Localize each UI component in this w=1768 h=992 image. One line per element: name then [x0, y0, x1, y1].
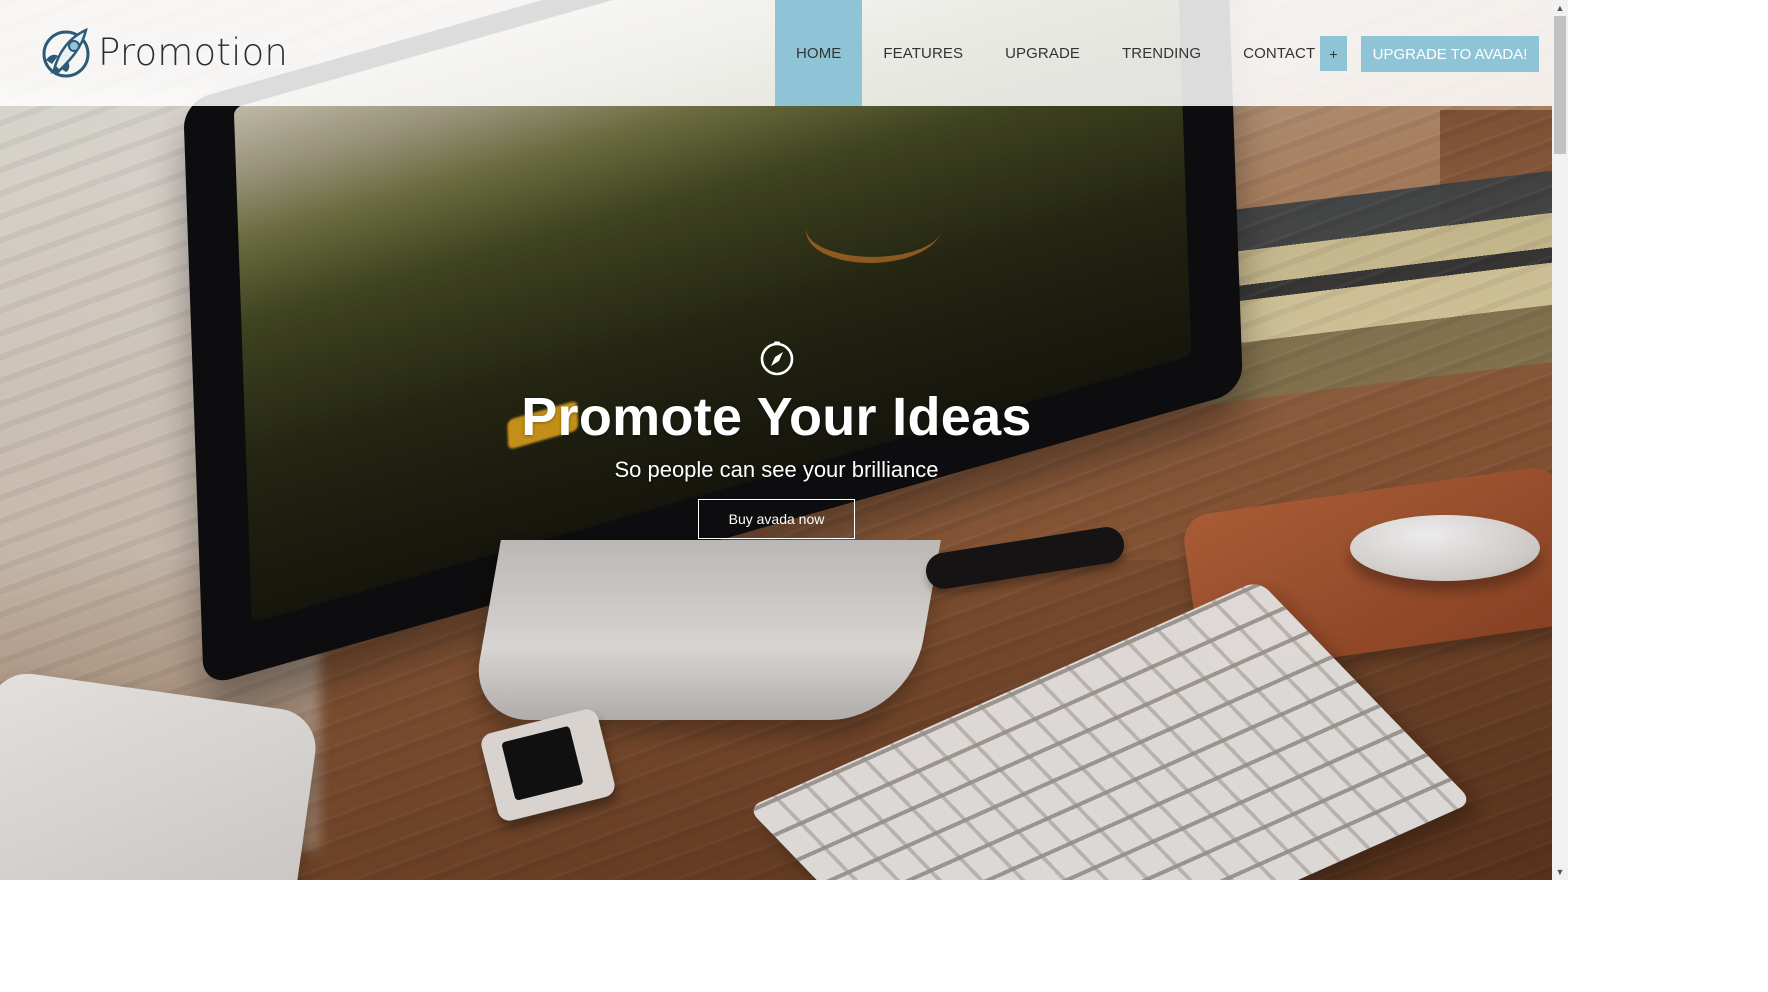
upgrade-to-avada-button[interactable]: UPGRADE TO AVADA!	[1361, 36, 1539, 72]
scroll-up-arrow-icon[interactable]: ▲	[1552, 0, 1568, 16]
buy-avada-button[interactable]: Buy avada now	[698, 499, 855, 540]
hero-title: Promote Your Ideas	[521, 387, 1032, 447]
viewport: Promotion HOME FEATURES UPGRADE TRENDING…	[0, 0, 1552, 880]
nav-item-features[interactable]: FEATURES	[862, 0, 984, 106]
rocket-icon	[42, 27, 90, 78]
site-logo-text: Promotion	[98, 30, 289, 74]
hero-subtitle: So people can see your brilliance	[614, 457, 939, 483]
scrollbar-thumb[interactable]	[1554, 16, 1566, 154]
page-bottom-margin	[0, 880, 1568, 992]
site-logo[interactable]: Promotion	[40, 22, 288, 82]
vertical-scrollbar[interactable]: ▲ ▼	[1552, 0, 1568, 880]
hero-content: Promote Your Ideas So people can see you…	[0, 340, 1552, 540]
site-header: Promotion HOME FEATURES UPGRADE TRENDING…	[0, 0, 1552, 106]
nav-item-home[interactable]: HOME	[775, 0, 863, 106]
compass-icon	[760, 341, 793, 376]
page-margin	[1568, 0, 1768, 992]
nav-more-button[interactable]: +	[1320, 36, 1347, 71]
nav-item-upgrade[interactable]: UPGRADE	[984, 0, 1101, 106]
nav-item-trending[interactable]: TRENDING	[1101, 0, 1222, 106]
scroll-down-arrow-icon[interactable]: ▼	[1552, 864, 1568, 880]
main-navigation: HOME FEATURES UPGRADE TRENDING CONTACT	[775, 0, 1336, 106]
